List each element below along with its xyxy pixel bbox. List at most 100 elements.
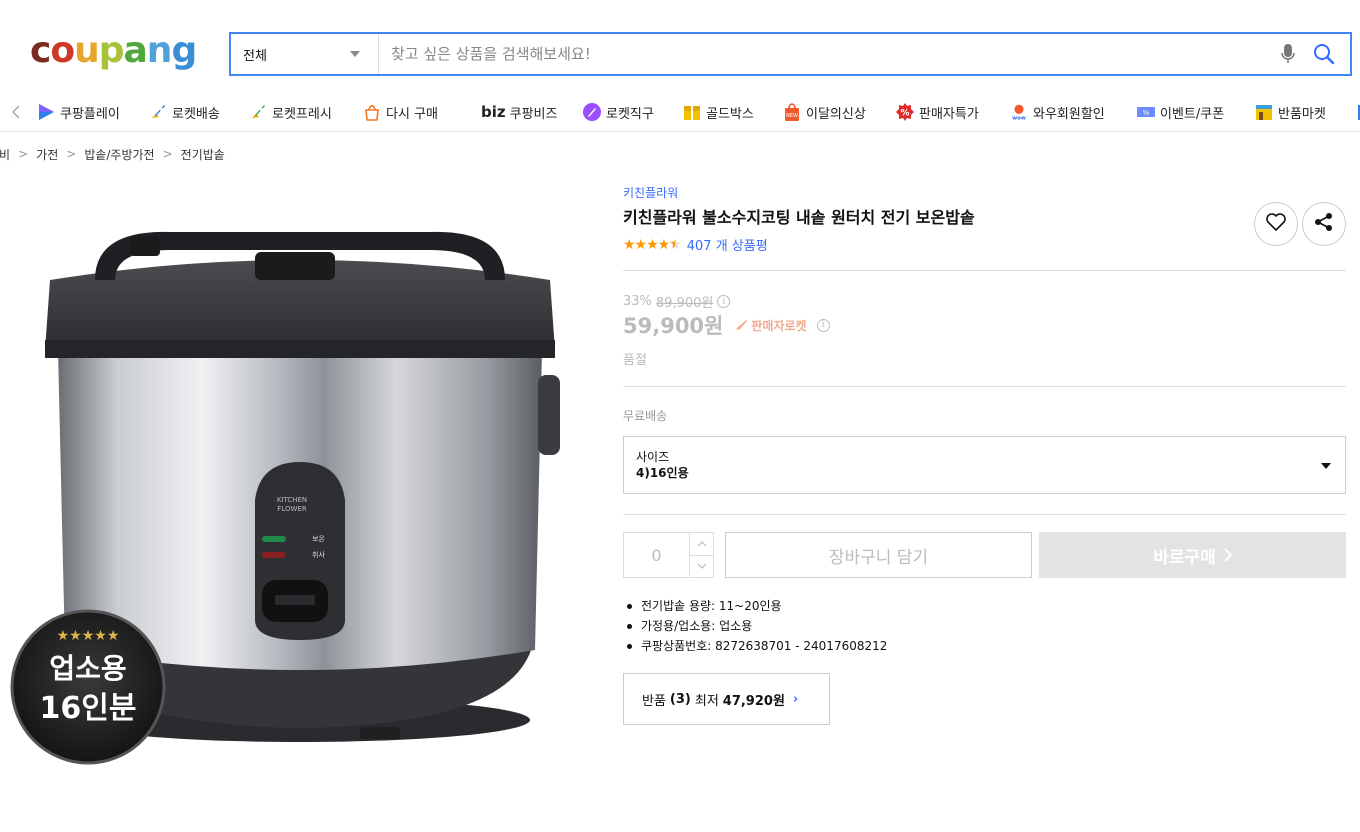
- nav-item-events-coupons[interactable]: % 이벤트/쿠폰: [1136, 100, 1224, 124]
- chevron-down-icon: [350, 51, 360, 57]
- nav-item-label: 쿠팡플레이: [60, 106, 120, 122]
- nav-item-return-market[interactable]: 반품마켓: [1254, 100, 1326, 124]
- breadcrumb-item[interactable]: 가전: [36, 146, 58, 163]
- nav-item-wow-discount[interactable]: wow 와우회원할인: [1009, 100, 1105, 124]
- percent-badge-icon: %: [895, 102, 915, 122]
- return-offer-count: (3): [669, 691, 691, 707]
- rocket-icon: [735, 320, 748, 330]
- device-brand-text: FLOWER: [277, 505, 307, 513]
- attribute-item: 가정용/업소용: 업소용: [623, 616, 887, 636]
- svg-text:NEW: NEW: [786, 113, 798, 119]
- search-bar: 전체: [229, 32, 1352, 76]
- badge-text: 업소용: [49, 652, 126, 685]
- info-icon[interactable]: i: [816, 318, 830, 332]
- device-cook-label: 취사: [312, 550, 325, 559]
- search-icon[interactable]: [1312, 42, 1336, 66]
- buy-now-button[interactable]: 바로구매: [1039, 532, 1346, 578]
- product-brand-link[interactable]: 키친플라워: [623, 184, 678, 201]
- search-input[interactable]: [379, 34, 1278, 74]
- original-price: 89,900원: [655, 296, 714, 311]
- svg-text:coupang: coupang: [30, 30, 196, 71]
- chevron-down-icon: [697, 563, 706, 570]
- wishlist-button[interactable]: [1254, 202, 1298, 246]
- breadcrumb: 준비 > 가전 > 밥솥/주방가전 > 전기밥솥: [0, 145, 225, 163]
- breadcrumb-item[interactable]: 준비: [0, 146, 10, 163]
- svg-text:★★★★★: ★★★★★: [57, 628, 120, 644]
- rating-stars: ★★★★★★: [623, 236, 682, 253]
- goldbox-icon: [682, 102, 702, 122]
- discount-rate: 33%: [623, 294, 652, 309]
- nav-item-label: 로켓직구: [606, 106, 654, 122]
- nav-item-label: 와우회원할인: [1033, 106, 1105, 122]
- chevron-left-icon[interactable]: [8, 102, 24, 122]
- nav-item-rocket-fresh[interactable]: 로켓프레시: [248, 100, 332, 124]
- heart-icon: [1265, 212, 1287, 236]
- svg-text:%: %: [900, 109, 909, 119]
- sale-price: 59,900원: [623, 314, 724, 338]
- nav-item-new-arrivals[interactable]: NEW 이달의신상: [782, 100, 866, 124]
- info-icon[interactable]: i: [717, 295, 731, 308]
- add-to-cart-button[interactable]: 장바구니 담기: [725, 532, 1032, 578]
- return-offer-label: 최저: [694, 693, 719, 709]
- category-nav: 쿠팡플레이 로켓배송 로켓프레시 다시 구매 biz 쿠팡비즈 로켓직구 골드박…: [0, 92, 1360, 132]
- shipping-info: 무료배송: [623, 409, 668, 423]
- share-icon: [1313, 211, 1335, 237]
- chevron-right-icon: ›: [792, 691, 799, 707]
- play-icon: [36, 102, 56, 122]
- quantity-stepper: 0: [623, 532, 714, 578]
- search-category-select[interactable]: 전체: [231, 34, 379, 74]
- product-attributes: 전기밥솥 용량: 11~20인용 가정용/업소용: 업소용 쿠팡상품번호: 82…: [623, 596, 887, 656]
- nav-item-rebuy[interactable]: 다시 구매: [362, 100, 438, 124]
- share-button[interactable]: [1302, 202, 1346, 246]
- rocket-icon: [148, 102, 168, 122]
- nav-item-coupang-play[interactable]: 쿠팡플레이: [36, 100, 120, 124]
- nav-item-label: 골드박스: [706, 106, 754, 122]
- nav-item-rocket-delivery[interactable]: 로켓배송: [148, 100, 220, 124]
- chevron-right-icon: >: [18, 147, 29, 161]
- nav-item-label: 판매자특가: [919, 106, 979, 122]
- nav-item-coupang-biz[interactable]: biz 쿠팡비즈: [481, 100, 557, 124]
- quantity-up-button[interactable]: [690, 533, 713, 555]
- return-offer-prefix: 반품: [642, 693, 666, 709]
- size-option-select[interactable]: 사이즈 4)16인용: [623, 436, 1346, 494]
- nav-item-seller-deals[interactable]: % 판매자특가: [895, 100, 979, 124]
- nav-item-label: 쿠팡비즈: [509, 106, 558, 122]
- divider: [623, 514, 1346, 515]
- review-count-link[interactable]: 407 개 상품평: [687, 235, 768, 254]
- nav-item-label: 이벤트/쿠폰: [1160, 106, 1225, 122]
- microphone-icon[interactable]: [1278, 42, 1298, 66]
- nav-item-more[interactable]: [1352, 100, 1360, 124]
- nav-overflow-icon: [1352, 102, 1360, 122]
- wow-icon: wow: [1009, 102, 1029, 122]
- nav-item-label: 로켓프레시: [272, 106, 332, 122]
- svg-text:wow: wow: [1012, 115, 1026, 121]
- svg-text:%: %: [1143, 109, 1150, 117]
- nav-item-label: 로켓배송: [172, 106, 220, 122]
- seller-rocket-badge: 판매자로켓: [733, 317, 807, 334]
- badge-text: 16인분: [40, 691, 137, 726]
- rocket-fresh-icon: [248, 102, 268, 122]
- chevron-right-icon: >: [162, 147, 173, 161]
- quantity-input[interactable]: 0: [624, 533, 689, 577]
- breadcrumb-item[interactable]: 밥솥/주방가전: [84, 146, 154, 163]
- nav-item-label: 다시 구매: [386, 106, 438, 122]
- coupang-logo[interactable]: coupang: [30, 28, 205, 76]
- biz-icon: biz: [481, 103, 506, 121]
- nav-item-rocket-global[interactable]: 로켓직구: [582, 100, 654, 124]
- chevron-right-icon: >: [66, 147, 77, 161]
- original-price-row: 33% 89,900원 i: [623, 292, 731, 311]
- nav-item-goldbox[interactable]: 골드박스: [682, 100, 754, 124]
- breadcrumb-item[interactable]: 전기밥솥: [181, 146, 225, 163]
- quantity-down-button[interactable]: [690, 554, 713, 578]
- option-value: 4)16인용: [636, 466, 689, 480]
- return-offer-link[interactable]: 반품 (3) 최저 47,920원 ›: [623, 673, 830, 725]
- attribute-item: 전기밥솥 용량: 11~20인용: [623, 596, 887, 616]
- product-image[interactable]: KITCHEN FLOWER 보온 취사 ★★★★★ 업소용 16인분: [0, 200, 600, 780]
- seller-rocket-label: 판매자로켓: [751, 318, 807, 333]
- option-label: 사이즈: [636, 450, 670, 464]
- return-offer-price: 47,920원: [722, 693, 785, 709]
- chevron-right-icon: [1224, 548, 1232, 562]
- attribute-item: 쿠팡상품번호: 8272638701 - 24017608212: [623, 636, 887, 656]
- sale-price-row: 59,900원 판매자로켓 i: [623, 310, 830, 340]
- product-rating[interactable]: ★★★★★★ 407 개 상품평: [623, 235, 768, 255]
